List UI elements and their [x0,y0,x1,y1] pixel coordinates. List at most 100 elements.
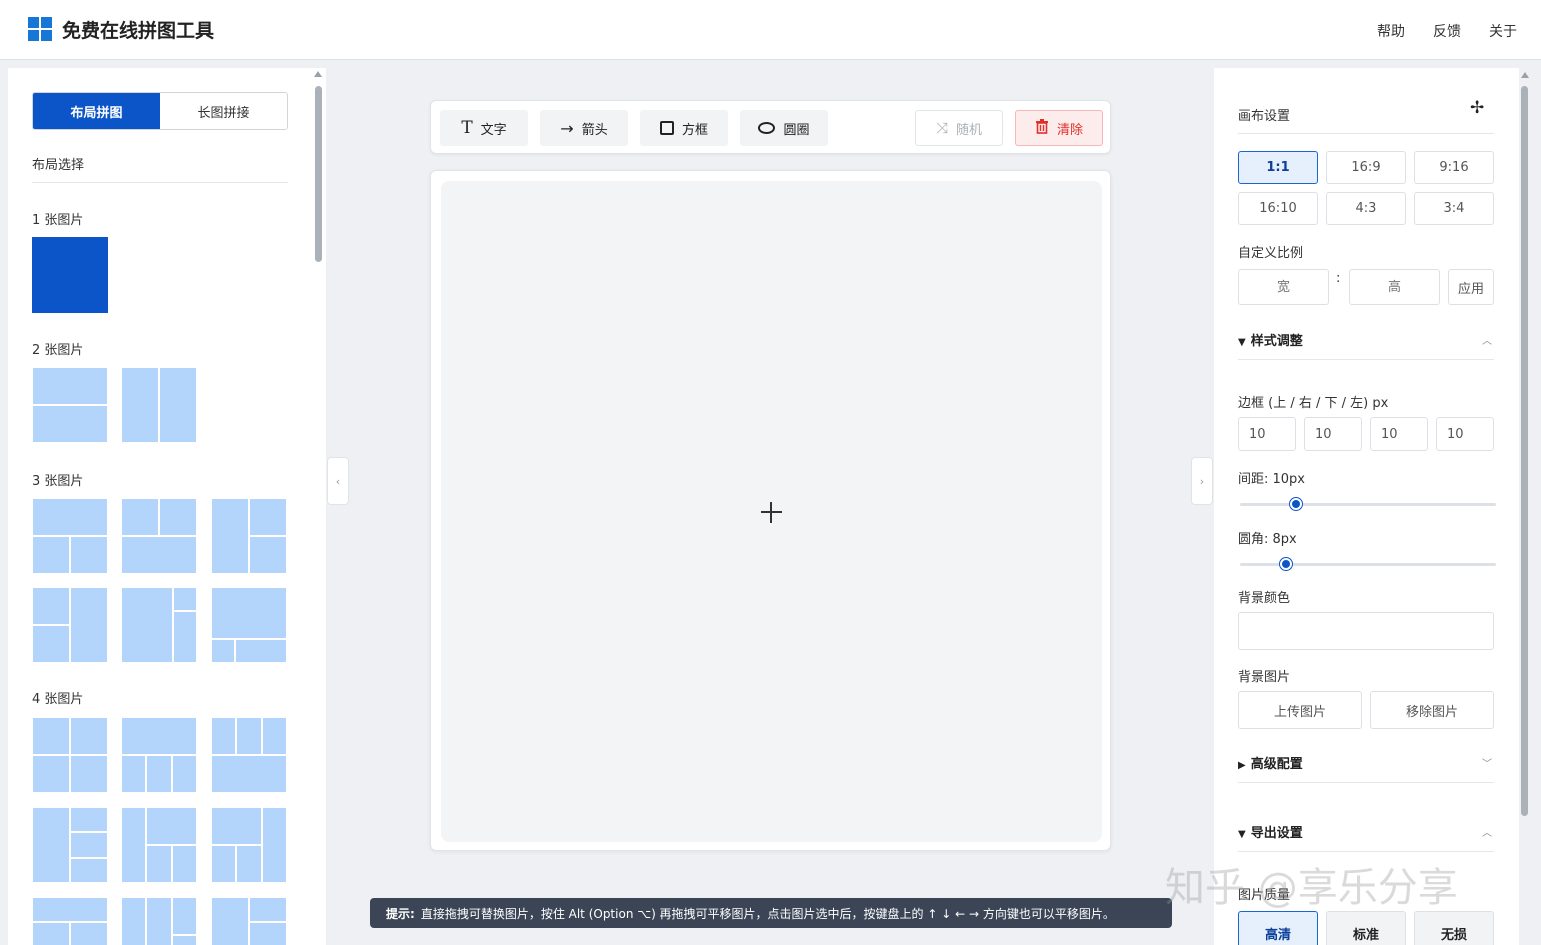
export-section-header[interactable]: ▼ 导出设置 ︿ [1238,822,1494,841]
circle-tool-button[interactable]: 圆圈 [740,110,828,146]
ratio-16-9-button[interactable]: 16:9 [1326,151,1406,184]
tab-layout-collage[interactable]: 布局拼图 [33,93,160,129]
border-left-input[interactable] [1436,417,1494,451]
group-label-3: 3 张图片 [32,474,84,489]
ratio-height-input[interactable] [1349,269,1440,305]
scroll-up-arrow-icon[interactable] [314,71,322,77]
layout-thumb-3f[interactable] [211,587,287,663]
style-section-title: 样式调整 [1250,334,1303,349]
top-nav: 帮助 反馈 关于 [1377,21,1517,41]
collapse-right-button[interactable]: › [1191,457,1213,505]
random-button[interactable]: ⤨ 随机 [915,110,1003,146]
text-tool-button[interactable]: T 文字 [440,110,528,146]
layout-thumb-1a[interactable] [32,237,108,313]
border-top-input[interactable] [1238,417,1296,451]
layout-thumb-3c[interactable] [211,498,287,574]
layout-select-heading: 布局选择 [32,158,85,173]
collapse-all-icon[interactable]: ✢ [1470,98,1484,118]
quality-lossless-button[interactable]: 无损 [1414,911,1494,945]
ratio-1-1-button[interactable]: 1:1 [1238,151,1318,184]
layout-thumb-4g[interactable] [32,897,108,945]
layout-thumb-4d[interactable] [32,807,108,883]
ellipse-icon [758,122,776,134]
clear-button[interactable]: 清除 [1015,110,1103,146]
layout-thumb-3a[interactable] [32,498,108,574]
group-label-1: 1 张图片 [32,213,84,228]
ratio-9-16-button[interactable]: 9:16 [1414,151,1494,184]
triangle-right-icon: ▶ [1238,760,1246,771]
radius-slider[interactable] [1240,563,1496,566]
border-label: 边框 (上 / 右 / 下 / 左) px [1238,396,1389,411]
collage-cell[interactable] [441,181,1102,842]
border-right-input[interactable] [1304,417,1362,451]
layout-thumb-3d[interactable] [32,587,108,663]
chevron-left-icon: ‹ [335,474,341,488]
bg-image-label: 背景图片 [1238,670,1291,685]
ratio-16-10-button[interactable]: 16:10 [1238,192,1318,225]
layout-sidebar: 布局拼图 长图拼接 布局选择 1 张图片 2 张图片 3 张图片 4 张图片 [8,68,326,945]
nav-feedback-link[interactable]: 反馈 [1433,21,1461,41]
drawing-toolbar: T 文字 → 箭头 方框 圆圈 ⤨ 随机 清除 [430,100,1111,154]
spacing-slider-thumb[interactable] [1290,498,1302,510]
layout-thumb-4a[interactable] [32,717,108,793]
divider [1238,133,1494,134]
style-section-header[interactable]: ▼ 样式调整 ︿ [1238,330,1494,349]
canvas-settings-heading: 画布设置 [1238,109,1291,124]
clear-label: 清除 [1056,122,1083,138]
app-logo-icon [28,17,52,41]
hint-bar: 提示: 直接拖拽可替换图片，按住 Alt (Option ⌥) 再拖拽可平移图片… [370,898,1172,928]
quality-hd-button[interactable]: 高清 [1238,911,1318,945]
upload-bg-image-button[interactable]: 上传图片 [1238,691,1362,729]
ratio-colon: : [1336,271,1341,286]
quality-standard-button[interactable]: 标准 [1326,911,1406,945]
layout-thumb-4c[interactable] [211,717,287,793]
right-scrollbar[interactable] [1521,86,1528,816]
nav-about-link[interactable]: 关于 [1489,21,1517,41]
spacing-label: 间距: 10px [1238,472,1305,487]
layout-thumb-3b[interactable] [121,498,197,574]
ratio-3-4-button[interactable]: 3:4 [1414,192,1494,225]
square-icon [659,121,674,135]
layout-thumb-2a[interactable] [32,367,108,443]
random-label: 随机 [956,122,983,138]
app-title: 免费在线拼图工具 [62,20,215,42]
chevron-up-icon: ︿ [1482,336,1492,347]
group-label-4: 4 张图片 [32,692,84,707]
scroll-up-arrow-icon[interactable] [1521,72,1529,78]
layout-thumb-4h[interactable] [121,897,197,945]
settings-panel: 画布设置 ✢ 1:1 16:9 9:16 16:10 4:3 3:4 自定义比例… [1214,68,1519,945]
spacing-slider[interactable] [1240,503,1496,506]
ratio-4-3-button[interactable]: 4:3 [1326,192,1406,225]
group-label-2: 2 张图片 [32,343,84,358]
tab-long-stitch[interactable]: 长图拼接 [160,93,287,129]
left-scrollbar[interactable] [315,86,322,262]
remove-bg-image-button[interactable]: 移除图片 [1370,691,1494,729]
triangle-down-icon: ▼ [1238,829,1246,840]
layout-thumb-4e[interactable] [121,807,197,883]
layout-thumb-4f[interactable] [211,807,287,883]
radius-slider-thumb[interactable] [1280,558,1292,570]
nav-help-link[interactable]: 帮助 [1377,21,1405,41]
ratio-width-input[interactable] [1238,269,1329,305]
advanced-section-title: 高级配置 [1250,757,1303,772]
text-tool-label: 文字 [480,122,507,138]
text-icon: T [461,118,473,138]
border-bottom-input[interactable] [1370,417,1428,451]
custom-ratio-label: 自定义比例 [1238,246,1304,261]
triangle-down-icon: ▼ [1238,337,1246,348]
advanced-section-header[interactable]: ▶ 高级配置 ﹀ [1238,753,1494,772]
box-tool-button[interactable]: 方框 [640,110,728,146]
layout-thumb-2b[interactable] [121,367,197,443]
arrow-right-icon: → [560,118,574,138]
collapse-left-button[interactable]: ‹ [327,457,349,505]
box-tool-label: 方框 [681,122,708,138]
chevron-down-icon: ﹀ [1482,759,1492,770]
bg-color-picker[interactable] [1238,612,1494,650]
layout-thumb-4i[interactable] [211,897,287,945]
layout-thumb-3e[interactable] [121,587,197,663]
radius-label: 圆角: 8px [1238,532,1297,547]
layout-thumb-4b[interactable] [121,717,197,793]
add-image-icon-vertical [770,502,772,523]
apply-ratio-button[interactable]: 应用 [1448,269,1494,305]
arrow-tool-button[interactable]: → 箭头 [540,110,628,146]
